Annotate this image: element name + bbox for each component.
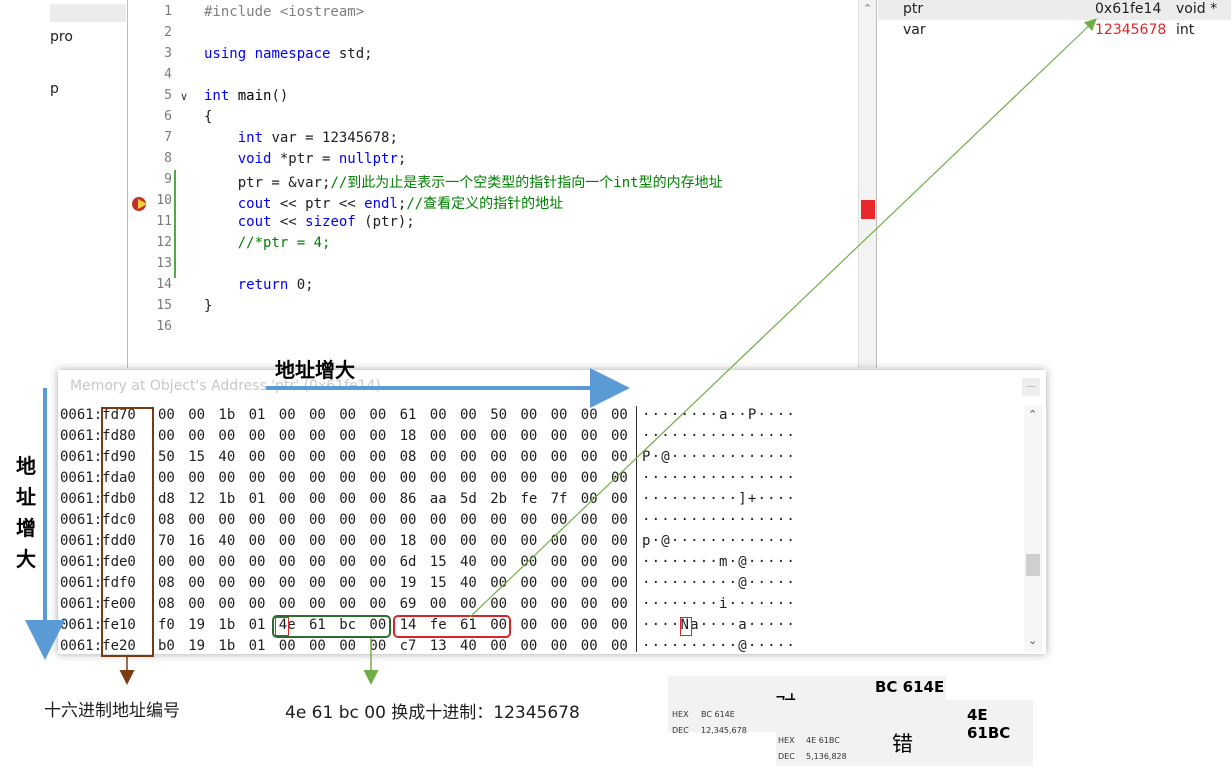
dec-value: 5,136,828 (806, 752, 847, 761)
calc-display: 4E 61BC (967, 706, 1011, 742)
hex-key: HEX (778, 736, 795, 745)
address-increase-v-char: 大 (16, 547, 36, 571)
address-increase-v-char: 地 (16, 454, 36, 478)
dec-key: DEC (778, 752, 795, 761)
dec-key: DEC (672, 726, 689, 735)
calc-display: BC 614E (875, 678, 945, 696)
dec-value: 12,345,678 (701, 726, 747, 735)
hex-key: HEX (672, 710, 689, 719)
address-increase-v-char: 址 (16, 485, 36, 509)
wrong-label: 错 (892, 732, 913, 756)
hex-address-label: 十六进制地址编号 (44, 701, 180, 721)
address-increase-label: 地址增大 (275, 358, 355, 382)
annotation-arrows (25, 18, 1097, 685)
pointer-link-arrow (469, 18, 1097, 618)
address-increase-v-char: 增 (16, 516, 36, 540)
conversion-label: 4e 61 bc 00 换成十进制：12345678 (285, 703, 580, 723)
hex-value: BC 614E (701, 710, 735, 719)
calculator-wrong: 4E 61BC 错 HEX 4E 61BC DEC 5,136,828 (776, 700, 1033, 766)
hex-value: 4E 61BC (806, 736, 840, 745)
